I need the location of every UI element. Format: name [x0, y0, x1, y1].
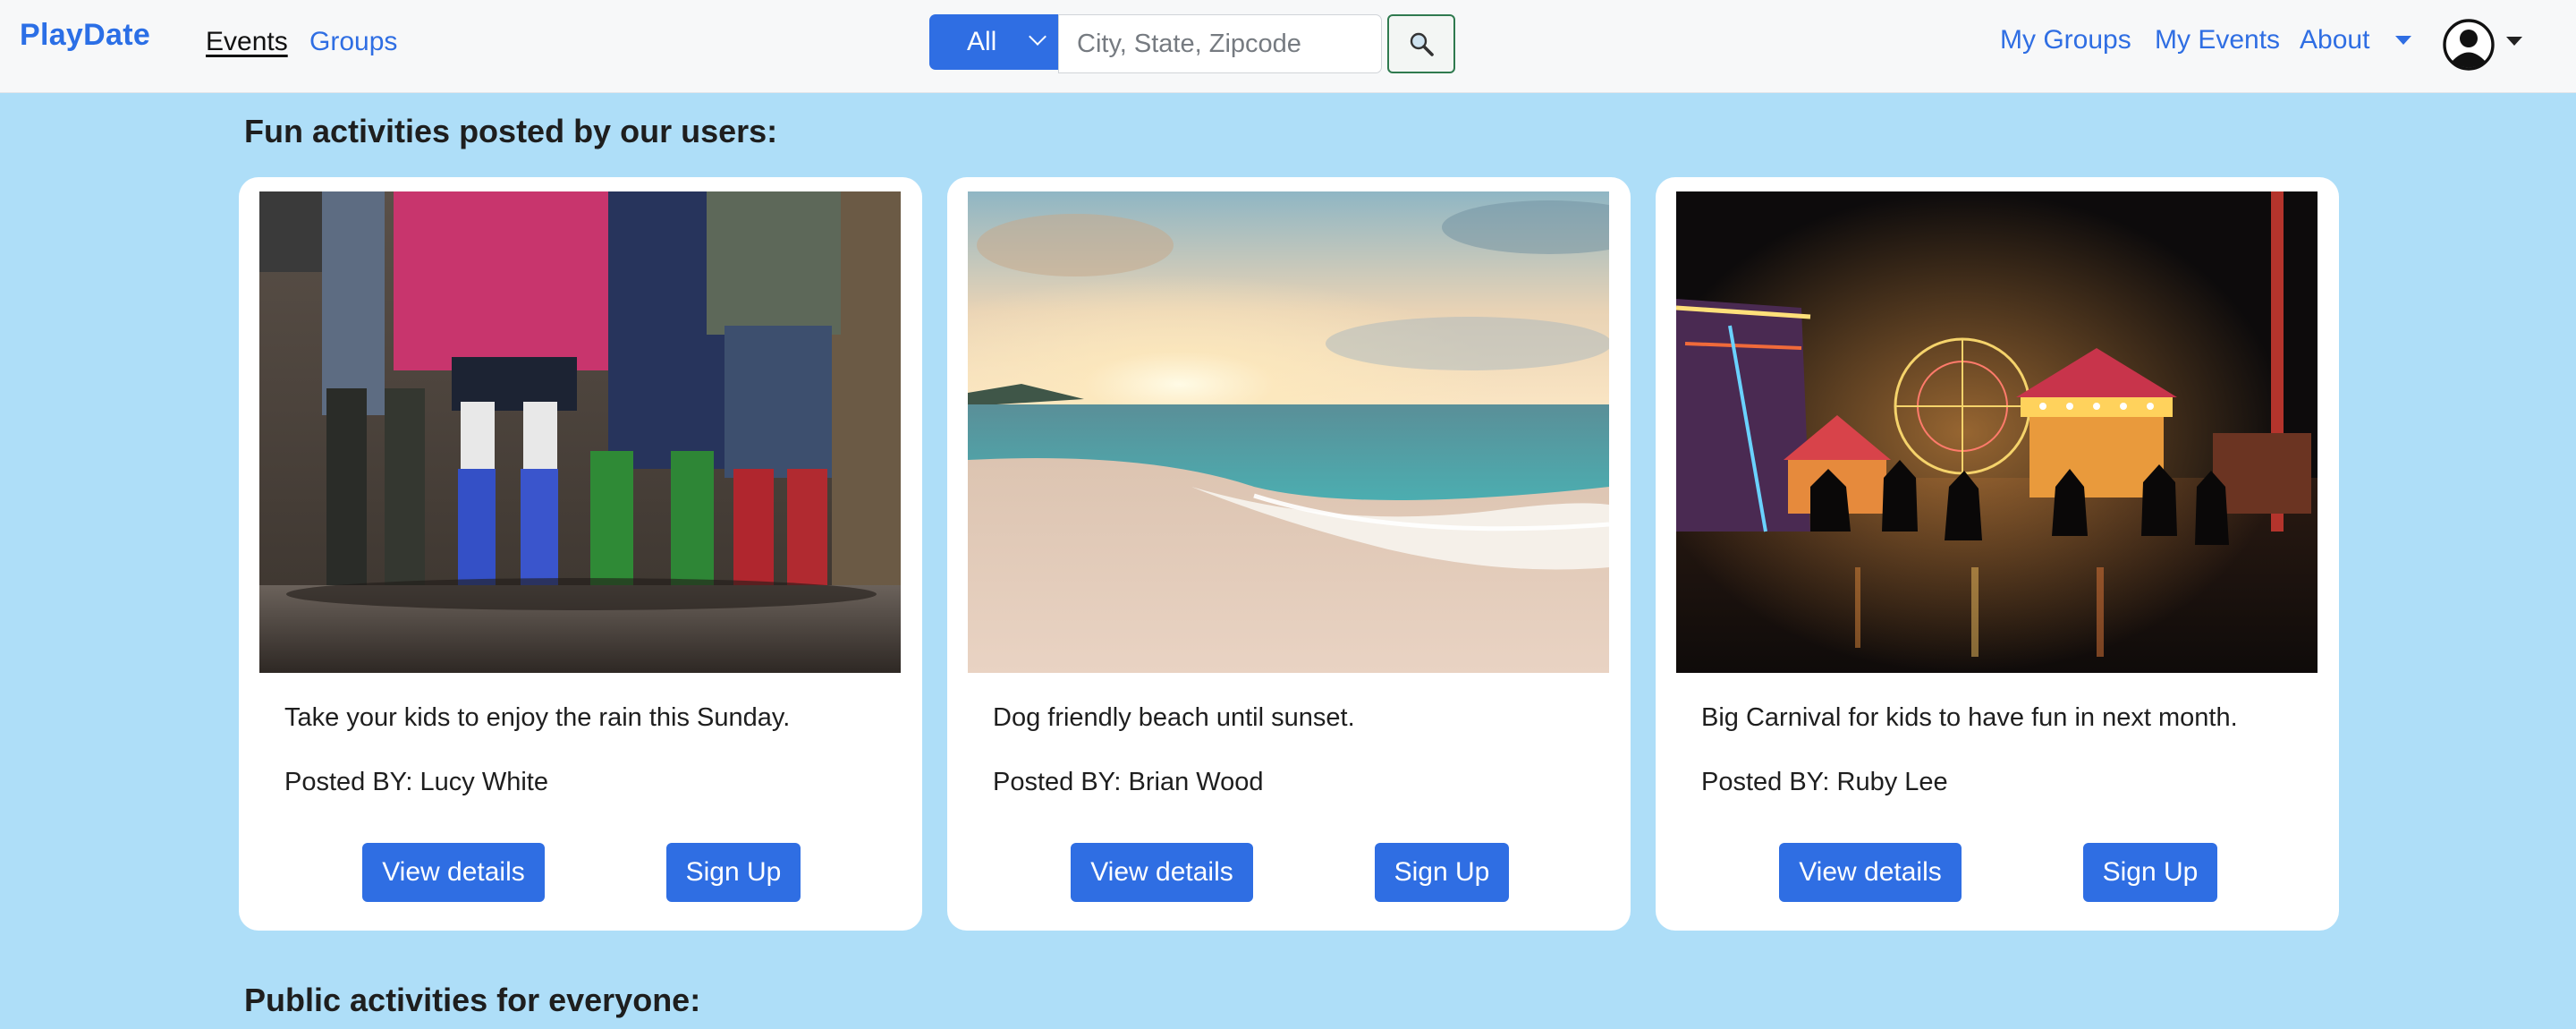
top-navbar: PlayDate Events Groups All My Groups My …	[0, 0, 2576, 93]
card-posted-by: Posted BY: Ruby Lee	[1701, 768, 1948, 796]
section-title-fun-activities: Fun activities posted by our users:	[244, 113, 778, 149]
nav-link-groups[interactable]: Groups	[309, 27, 397, 57]
activity-card: Dog friendly beach until sunset. Posted …	[947, 177, 1631, 931]
night-carnival-photo	[1676, 191, 2318, 673]
activity-card: Big Carnival for kids to have fun in nex…	[1656, 177, 2339, 931]
brand-logo[interactable]: PlayDate	[20, 18, 150, 53]
about-dropdown-caret-icon[interactable]	[2395, 36, 2411, 45]
category-select[interactable]: All	[929, 14, 1058, 70]
card-description: Big Carnival for kids to have fun in nex…	[1701, 703, 2238, 732]
section-title-public-activities: Public activities for everyone:	[244, 982, 701, 1018]
nav-link-events[interactable]: Events	[206, 27, 288, 57]
profile-dropdown-caret-icon[interactable]	[2506, 37, 2522, 46]
user-avatar-icon[interactable]	[2442, 18, 2496, 72]
card-posted-by: Posted BY: Lucy White	[284, 768, 548, 796]
nav-link-my-groups[interactable]: My Groups	[2000, 25, 2131, 55]
activity-card: Take your kids to enjoy the rain this Su…	[239, 177, 922, 931]
search-icon	[1410, 32, 1434, 56]
view-details-button[interactable]: View details	[1779, 843, 1962, 902]
nav-link-about[interactable]: About	[2300, 25, 2369, 55]
view-details-button[interactable]: View details	[362, 843, 545, 902]
search-button[interactable]	[1387, 14, 1455, 73]
card-description: Take your kids to enjoy the rain this Su…	[284, 703, 791, 732]
view-details-button[interactable]: View details	[1071, 843, 1253, 902]
sign-up-button[interactable]: Sign Up	[666, 843, 801, 902]
category-select-value: All	[967, 27, 997, 56]
card-posted-by: Posted BY: Brian Wood	[993, 768, 1264, 796]
sign-up-button[interactable]: Sign Up	[1375, 843, 1509, 902]
kids-rain-boots-photo	[259, 191, 901, 673]
beach-sunset-photo	[968, 191, 1609, 673]
nav-link-my-events[interactable]: My Events	[2155, 25, 2280, 55]
sign-up-button[interactable]: Sign Up	[2083, 843, 2217, 902]
card-description: Dog friendly beach until sunset.	[993, 703, 1355, 732]
location-search-input[interactable]	[1058, 14, 1382, 73]
chevron-down-icon	[1029, 28, 1046, 46]
